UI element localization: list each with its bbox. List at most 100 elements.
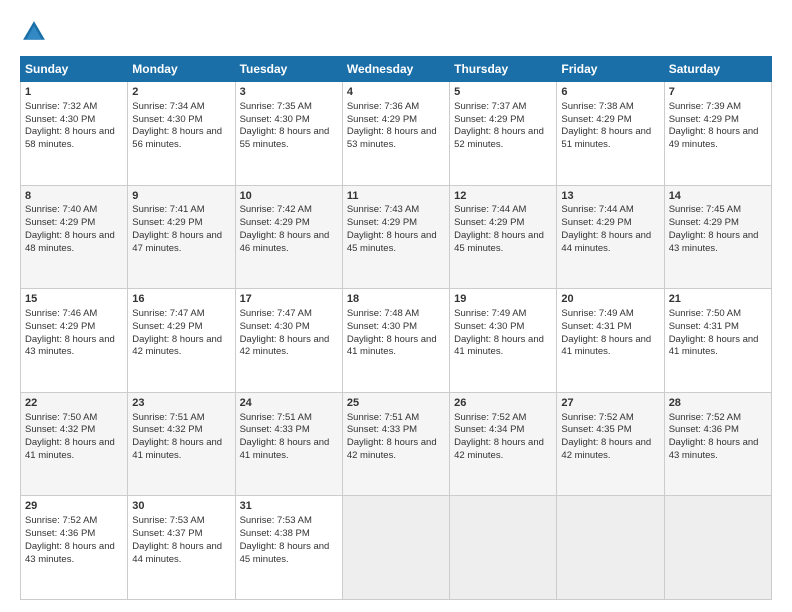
sunset-label: Sunset: 4:29 PM bbox=[132, 321, 202, 332]
sunset-label: Sunset: 4:33 PM bbox=[240, 424, 310, 435]
daylight-label: Daylight: 8 hours and 43 minutes. bbox=[669, 230, 759, 254]
calendar-cell: 27Sunrise: 7:52 AMSunset: 4:35 PMDayligh… bbox=[557, 392, 664, 496]
sunset-label: Sunset: 4:29 PM bbox=[25, 217, 95, 228]
daylight-label: Daylight: 8 hours and 47 minutes. bbox=[132, 230, 222, 254]
day-number: 3 bbox=[240, 85, 338, 100]
col-header-wednesday: Wednesday bbox=[342, 57, 449, 82]
sunset-label: Sunset: 4:30 PM bbox=[347, 321, 417, 332]
calendar-cell: 9Sunrise: 7:41 AM Sunset: 4:29 PM Daylight… bbox=[128, 185, 235, 289]
day-number: 10 bbox=[240, 189, 338, 204]
daylight-label: Daylight: 8 hours and 56 minutes. bbox=[132, 126, 222, 150]
sunrise-label: Sunrise: 7:53 AM bbox=[132, 515, 204, 526]
sunset-label: Sunset: 4:29 PM bbox=[347, 217, 417, 228]
sunset-label: Sunset: 4:37 PM bbox=[132, 528, 202, 539]
sunset-label: Sunset: 4:29 PM bbox=[669, 217, 739, 228]
daylight-label: Daylight: 8 hours and 45 minutes. bbox=[347, 230, 437, 254]
sunset-label: Sunset: 4:29 PM bbox=[132, 217, 202, 228]
calendar-cell: 5Sunrise: 7:37 AMSunset: 4:29 PMDaylight… bbox=[450, 82, 557, 186]
col-header-monday: Monday bbox=[128, 57, 235, 82]
sunrise-label: Sunrise: 7:49 AM bbox=[561, 308, 633, 319]
calendar-cell bbox=[557, 496, 664, 600]
day-number: 1 bbox=[25, 85, 123, 100]
calendar-week-3: 15Sunrise: 7:46 AM Sunset: 4:29 PM Dayligh… bbox=[21, 289, 772, 393]
day-number: 14 bbox=[669, 189, 767, 204]
sunrise-label: Sunrise: 7:41 AM bbox=[132, 204, 204, 215]
sunrise-label: Sunrise: 7:46 AM bbox=[25, 308, 97, 319]
daylight-label: Daylight: 8 hours and 58 minutes. bbox=[25, 126, 115, 150]
sunset-label: Sunset: 4:32 PM bbox=[25, 424, 95, 435]
sunrise-label: Sunrise: 7:40 AM bbox=[25, 204, 97, 215]
day-number: 9 bbox=[132, 189, 230, 204]
calendar-cell: 1Sunrise: 7:32 AMSunset: 4:30 PMDaylight… bbox=[21, 82, 128, 186]
day-number: 7 bbox=[669, 85, 767, 100]
sunset-label: Sunset: 4:36 PM bbox=[669, 424, 739, 435]
sunrise-label: Sunrise: 7:52 AM bbox=[454, 412, 526, 423]
daylight-label: Daylight: 8 hours and 45 minutes. bbox=[454, 230, 544, 254]
daylight-label: Daylight: 8 hours and 51 minutes. bbox=[561, 126, 651, 150]
col-header-tuesday: Tuesday bbox=[235, 57, 342, 82]
daylight-label: Daylight: 8 hours and 41 minutes. bbox=[240, 437, 330, 461]
day-number: 2 bbox=[132, 85, 230, 100]
sunset-label: Sunset: 4:36 PM bbox=[25, 528, 95, 539]
daylight-label: Daylight: 8 hours and 46 minutes. bbox=[240, 230, 330, 254]
day-number: 27 bbox=[561, 396, 659, 411]
calendar-cell: 7Sunrise: 7:39 AMSunset: 4:29 PMDaylight… bbox=[664, 82, 771, 186]
sunrise-label: Sunrise: 7:51 AM bbox=[132, 412, 204, 423]
calendar-cell: 11Sunrise: 7:43 AMSunset: 4:29 PMDayligh… bbox=[342, 185, 449, 289]
sunset-label: Sunset: 4:30 PM bbox=[240, 321, 310, 332]
col-header-sunday: Sunday bbox=[21, 57, 128, 82]
daylight-label: Daylight: 8 hours and 49 minutes. bbox=[669, 126, 759, 150]
sunrise-label: Sunrise: 7:53 AM bbox=[240, 515, 312, 526]
calendar-cell: 31Sunrise: 7:53 AMSunset: 4:38 PMDayligh… bbox=[235, 496, 342, 600]
sunset-label: Sunset: 4:32 PM bbox=[132, 424, 202, 435]
calendar-cell: 17Sunrise: 7:47 AMSunset: 4:30 PMDayligh… bbox=[235, 289, 342, 393]
col-header-thursday: Thursday bbox=[450, 57, 557, 82]
sunrise-label: Sunrise: 7:52 AM bbox=[25, 515, 97, 526]
day-number: 24 bbox=[240, 396, 338, 411]
calendar-cell: 23Sunrise: 7:51 AMSunset: 4:32 PMDayligh… bbox=[128, 392, 235, 496]
daylight-label: Daylight: 8 hours and 45 minutes. bbox=[240, 541, 330, 565]
calendar-cell bbox=[450, 496, 557, 600]
daylight-label: Daylight: 8 hours and 42 minutes. bbox=[347, 437, 437, 461]
calendar-cell: 25Sunrise: 7:51 AMSunset: 4:33 PMDayligh… bbox=[342, 392, 449, 496]
sunrise-label: Sunrise: 7:36 AM bbox=[347, 101, 419, 112]
calendar-week-5: 29Sunrise: 7:52 AMSunset: 4:36 PMDayligh… bbox=[21, 496, 772, 600]
sunrise-label: Sunrise: 7:52 AM bbox=[561, 412, 633, 423]
sunrise-label: Sunrise: 7:52 AM bbox=[669, 412, 741, 423]
calendar-week-4: 22Sunrise: 7:50 AMSunset: 4:32 PMDayligh… bbox=[21, 392, 772, 496]
daylight-label: Daylight: 8 hours and 42 minutes. bbox=[132, 334, 222, 358]
sunset-label: Sunset: 4:33 PM bbox=[347, 424, 417, 435]
calendar-cell: 29Sunrise: 7:52 AMSunset: 4:36 PMDayligh… bbox=[21, 496, 128, 600]
day-number: 12 bbox=[454, 189, 552, 204]
calendar-cell: 26Sunrise: 7:52 AMSunset: 4:34 PMDayligh… bbox=[450, 392, 557, 496]
sunset-label: Sunset: 4:30 PM bbox=[132, 114, 202, 125]
day-number: 26 bbox=[454, 396, 552, 411]
logo bbox=[20, 18, 52, 46]
day-number: 15 bbox=[25, 292, 123, 307]
daylight-label: Daylight: 8 hours and 43 minutes. bbox=[669, 437, 759, 461]
daylight-label: Daylight: 8 hours and 42 minutes. bbox=[454, 437, 544, 461]
daylight-label: Daylight: 8 hours and 41 minutes. bbox=[561, 334, 651, 358]
daylight-label: Daylight: 8 hours and 41 minutes. bbox=[25, 437, 115, 461]
calendar-cell: 24Sunrise: 7:51 AMSunset: 4:33 PM Dayligh… bbox=[235, 392, 342, 496]
sunrise-label: Sunrise: 7:51 AM bbox=[240, 412, 312, 423]
calendar-cell: 15Sunrise: 7:46 AMSunset: 4:29 PMDayligh… bbox=[21, 289, 128, 393]
day-number: 21 bbox=[669, 292, 767, 307]
sunset-label: Sunset: 4:29 PM bbox=[561, 114, 631, 125]
sunrise-label: Sunrise: 7:35 AM bbox=[240, 101, 312, 112]
sunrise-label: Sunrise: 7:45 AM bbox=[669, 204, 741, 215]
sunrise-label: Sunrise: 7:49 AM bbox=[454, 308, 526, 319]
sunset-label: Sunset: 4:35 PM bbox=[561, 424, 631, 435]
calendar-header-row: SundayMondayTuesdayWednesdayThursdayFrid… bbox=[21, 57, 772, 82]
sunrise-label: Sunrise: 7:38 AM bbox=[561, 101, 633, 112]
daylight-label: Daylight: 8 hours and 53 minutes. bbox=[347, 126, 437, 150]
sunrise-label: Sunrise: 7:51 AM bbox=[347, 412, 419, 423]
sunrise-label: Sunrise: 7:39 AM bbox=[669, 101, 741, 112]
sunrise-label: Sunrise: 7:37 AM bbox=[454, 101, 526, 112]
logo-icon bbox=[20, 18, 48, 46]
calendar-cell: 10Sunrise: 7:42 AMSunset: 4:29 PMDayligh… bbox=[235, 185, 342, 289]
calendar-cell: 18Sunrise: 7:48 AMSunset: 4:30 PMDayligh… bbox=[342, 289, 449, 393]
calendar-cell: 20Sunrise: 7:49 AMSunset: 4:31 PMDayligh… bbox=[557, 289, 664, 393]
daylight-label: Daylight: 8 hours and 41 minutes. bbox=[454, 334, 544, 358]
calendar-cell: 2Sunrise: 7:34 AMSunset: 4:30 PMDaylight… bbox=[128, 82, 235, 186]
